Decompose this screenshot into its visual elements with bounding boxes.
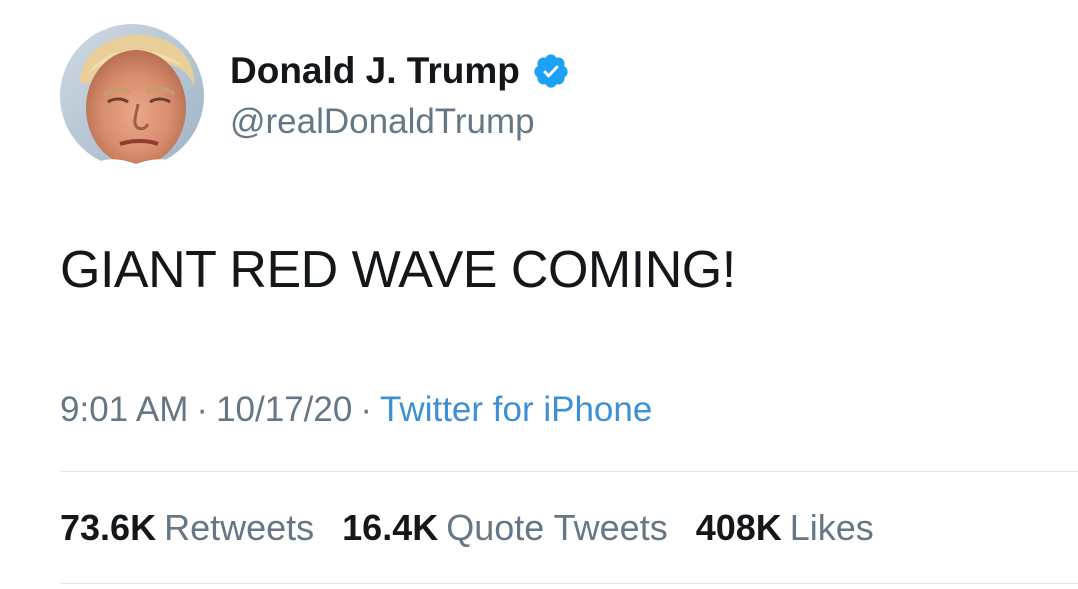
avatar-image bbox=[60, 24, 204, 168]
divider bbox=[60, 471, 1078, 472]
retweets-stat[interactable]: 73.6K Retweets bbox=[60, 505, 314, 551]
meta-separator: · bbox=[196, 390, 209, 429]
divider bbox=[60, 583, 1078, 584]
meta-separator: · bbox=[360, 390, 372, 429]
tweet-header: Donald J. Trump @realDonaldTrump bbox=[60, 24, 570, 168]
tweet-date[interactable]: 10/17/20 bbox=[216, 390, 352, 429]
quote-tweets-label: Quote Tweets bbox=[446, 507, 668, 548]
retweets-count: 73.6K bbox=[60, 507, 157, 548]
quote-tweets-stat[interactable]: 16.4K Quote Tweets bbox=[342, 505, 668, 551]
tweet-time[interactable]: 9:01 AM bbox=[60, 390, 188, 429]
tweet-text: GIANT RED WAVE COMING! bbox=[60, 241, 736, 299]
likes-count: 408K bbox=[695, 507, 782, 548]
verified-badge-icon bbox=[532, 52, 570, 90]
tweet-card: Donald J. Trump @realDonaldTrump GIANT R… bbox=[0, 0, 1078, 589]
author-info: Donald J. Trump @realDonaldTrump bbox=[230, 49, 570, 143]
tweet-source-link[interactable]: Twitter for iPhone bbox=[380, 390, 652, 429]
tweet-meta: 9:01 AM · 10/17/20 · Twitter for iPhone bbox=[60, 388, 652, 432]
likes-stat[interactable]: 408K Likes bbox=[696, 505, 874, 551]
author-handle[interactable]: @realDonaldTrump bbox=[230, 101, 570, 143]
author-name[interactable]: Donald J. Trump bbox=[230, 49, 520, 93]
tweet-stats: 73.6K Retweets 16.4K Quote Tweets 408K Like… bbox=[60, 505, 902, 551]
avatar[interactable] bbox=[60, 24, 204, 168]
author-name-row: Donald J. Trump bbox=[230, 49, 570, 93]
quote-tweets-count: 16.4K bbox=[342, 507, 439, 548]
retweets-label: Retweets bbox=[164, 507, 315, 548]
likes-label: Likes bbox=[789, 507, 874, 548]
